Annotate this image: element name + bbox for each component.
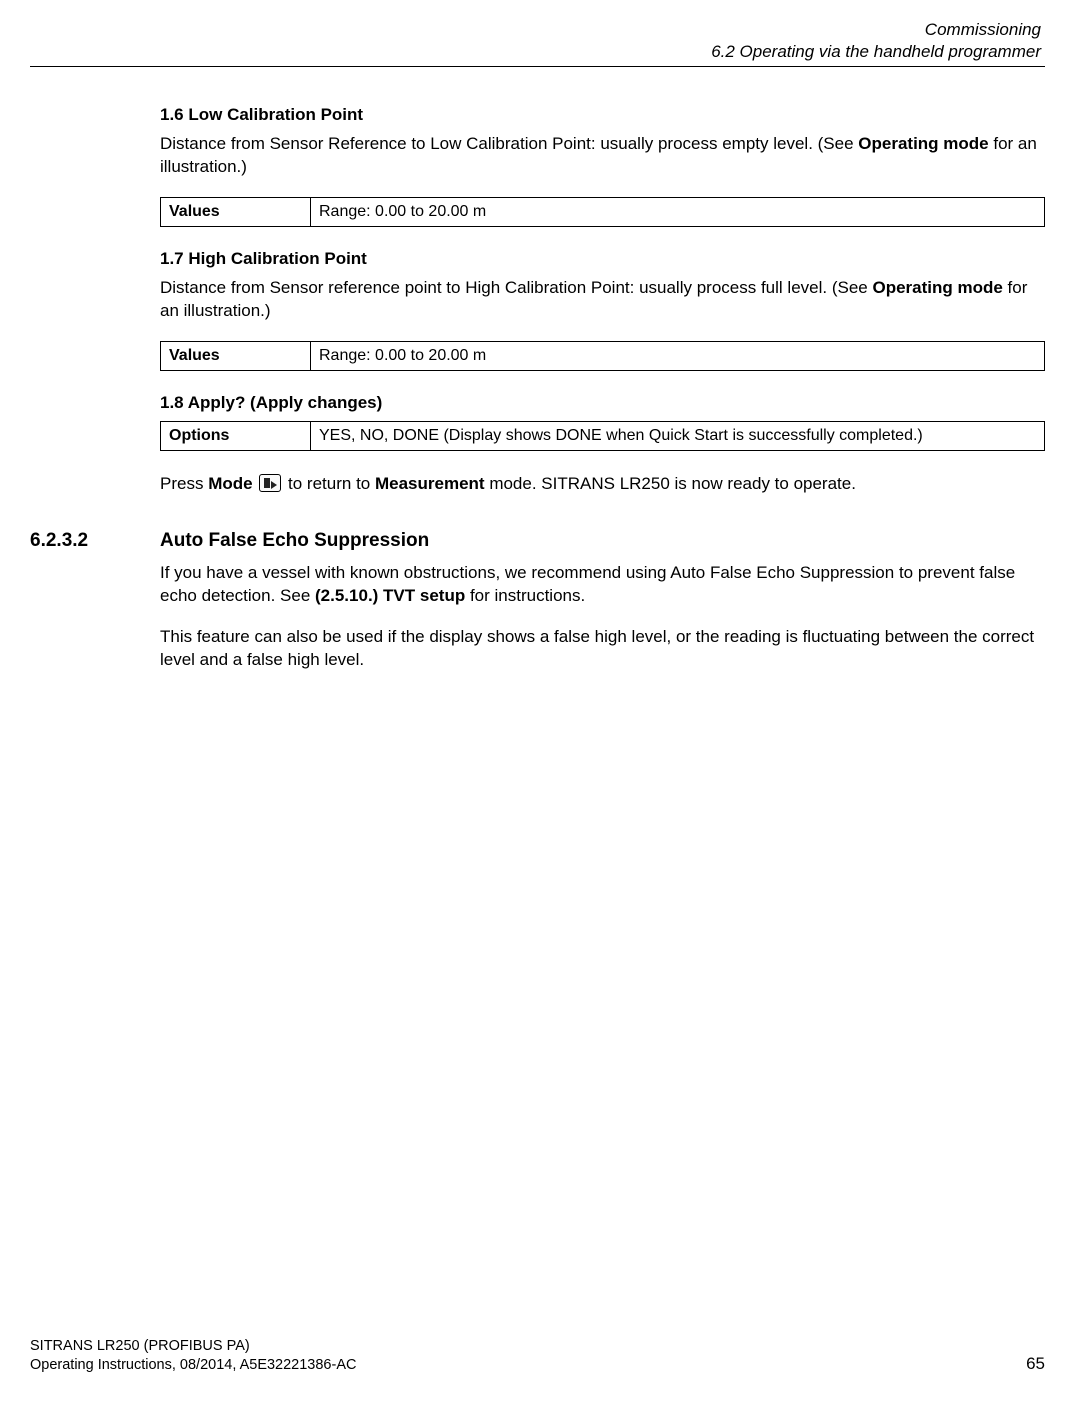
mode-label: Mode <box>208 474 252 493</box>
footer-product: SITRANS LR250 (PROFIBUS PA) <box>30 1338 1045 1354</box>
ref-tvt-setup: (2.5.10.) TVT setup <box>315 586 465 605</box>
text: mode. SITRANS LR250 is now ready to oper… <box>485 474 856 493</box>
text: If you have a vessel with known obstruct… <box>160 563 1015 605</box>
cell-label: Values <box>161 197 311 226</box>
page-footer: SITRANS LR250 (PROFIBUS PA) Operating In… <box>30 1338 1045 1374</box>
heading-1-8: 1.8 Apply? (Apply changes) <box>160 393 1045 413</box>
table-1-7-values: Values Range: 0.00 to 20.00 m <box>160 341 1045 371</box>
table-1-8-options: Options YES, NO, DONE (Display shows DON… <box>160 421 1045 451</box>
table-1-6-values: Values Range: 0.00 to 20.00 m <box>160 197 1045 227</box>
cell-label: Options <box>161 421 311 450</box>
para-1-7: Distance from Sensor reference point to … <box>160 277 1045 323</box>
text: for instructions. <box>465 586 585 605</box>
subsection-number: 6.2.3.2 <box>30 530 160 552</box>
table-row: Values Range: 0.00 to 20.00 m <box>161 197 1045 226</box>
page-number: 65 <box>1026 1354 1045 1374</box>
subsection-heading: 6.2.3.2 Auto False Echo Suppression <box>160 530 1045 552</box>
text: Distance from Sensor reference point to … <box>160 278 872 297</box>
table-row: Values Range: 0.00 to 20.00 m <box>161 341 1045 370</box>
footer-docinfo: Operating Instructions, 08/2014, A5E3222… <box>30 1357 356 1373</box>
cell-value: Range: 0.00 to 20.00 m <box>311 197 1045 226</box>
heading-1-7: 1.7 High Calibration Point <box>160 249 1045 269</box>
text: Press <box>160 474 208 493</box>
ref-operating-mode: Operating mode <box>858 134 988 153</box>
text: to return to <box>283 474 375 493</box>
cell-label: Values <box>161 341 311 370</box>
heading-1-6: 1.6 Low Calibration Point <box>160 105 1045 125</box>
para-press-mode: Press Mode to return to Measurement mode… <box>160 473 1045 496</box>
para-afes-1: If you have a vessel with known obstruct… <box>160 562 1045 608</box>
content-area: 1.6 Low Calibration Point Distance from … <box>30 105 1045 671</box>
cell-value: YES, NO, DONE (Display shows DONE when Q… <box>311 421 1045 450</box>
subsection-title: Auto False Echo Suppression <box>160 530 429 552</box>
measurement-label: Measurement <box>375 474 485 493</box>
mode-key-icon <box>259 474 281 492</box>
para-1-6: Distance from Sensor Reference to Low Ca… <box>160 133 1045 179</box>
ref-operating-mode: Operating mode <box>872 278 1002 297</box>
header-chapter: Commissioning <box>30 20 1041 40</box>
cell-value: Range: 0.00 to 20.00 m <box>311 341 1045 370</box>
table-row: Options YES, NO, DONE (Display shows DON… <box>161 421 1045 450</box>
header-section: 6.2 Operating via the handheld programme… <box>30 42 1041 62</box>
text: Distance from Sensor Reference to Low Ca… <box>160 134 858 153</box>
para-afes-2: This feature can also be used if the dis… <box>160 626 1045 672</box>
page-header: Commissioning 6.2 Operating via the hand… <box>30 20 1045 67</box>
